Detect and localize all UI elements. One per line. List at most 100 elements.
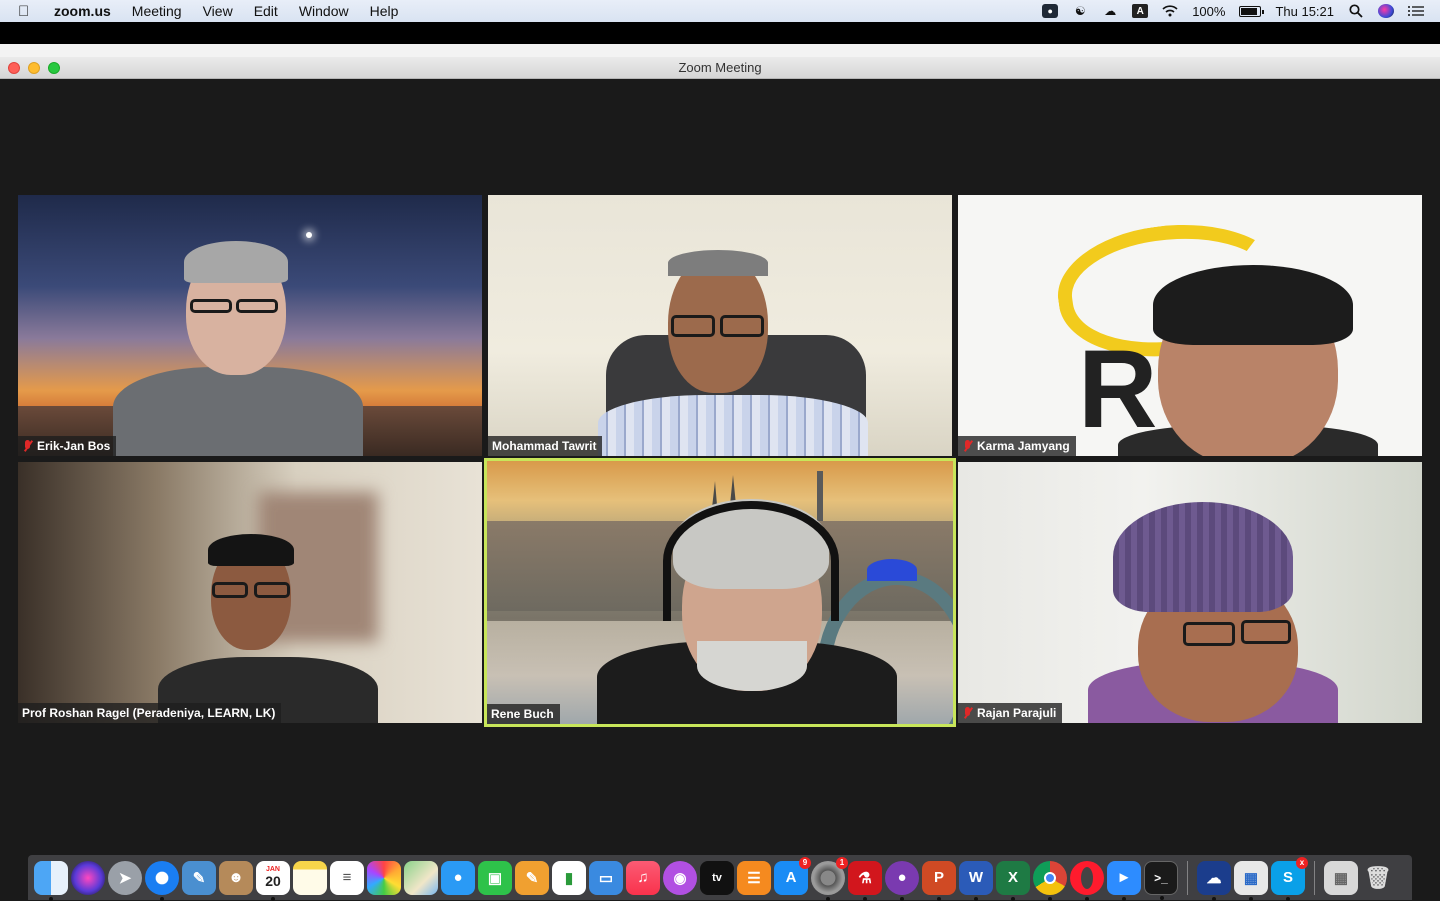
system-preferences-icon[interactable]: 1 [811,856,848,901]
opera-icon[interactable] [1070,860,1104,901]
numbers-icon[interactable]: ▮ [552,860,586,895]
notification-center-icon[interactable] [1408,4,1424,18]
app-store-icon[interactable]: A9 [774,856,811,895]
participant-name-label: Rajan Parajuli [958,703,1063,723]
participant-glasses [1183,622,1235,646]
siri-icon[interactable] [1378,4,1394,18]
participant-glasses [236,299,278,313]
zoom-icon[interactable]: ► [1107,860,1141,901]
calendar-icon[interactable]: JAN 20 [256,860,290,901]
menu-app-name[interactable]: zoom.us [54,3,111,19]
spotlight-search-icon[interactable] [1348,4,1364,18]
battery-percent[interactable]: 100% [1192,4,1225,19]
dock: ➤ ✎ ☻ JAN 20 ≡ ● ▣ ✎ ▮ ▭ ♫ ◉ tv ☰ A9 1 ⚗… [28,855,1412,901]
excel-icon[interactable]: X [996,860,1030,901]
music-icon[interactable]: ♫ [626,860,660,895]
menu-meeting[interactable]: Meeting [132,3,182,19]
contacts-icon[interactable]: ☻ [219,860,253,895]
participant-name: Prof Roshan Ragel (Peradeniya, LEARN, LK… [22,706,276,720]
video-tile-karma-jamyang[interactable]: R Karma Jamyang [958,195,1422,456]
black-strip [0,22,1440,44]
participant-glasses [720,315,764,337]
skype-badge: x [1296,856,1308,869]
app-store-badge: 9 [799,856,811,869]
cloud-storage-icon[interactable]: ☁ [1197,860,1231,901]
launchpad-icon[interactable]: ➤ [108,860,142,895]
appletv-icon[interactable]: tv [700,860,734,895]
podcasts-icon[interactable]: ◉ [663,860,697,895]
participant-name: Rajan Parajuli [977,706,1057,720]
clock[interactable]: Thu 15:21 [1275,4,1334,19]
accessibility-icon[interactable]: ☯ [1072,4,1088,18]
archive-folder-icon[interactable]: ▦ [1324,860,1358,895]
input-source-icon[interactable]: A [1132,4,1149,18]
messages-icon[interactable]: ● [441,860,475,895]
participant-glasses [190,299,232,313]
battery-icon[interactable] [1239,5,1265,17]
participant-name-label: Mohammad Tawrit [488,436,603,456]
menu-help[interactable]: Help [370,3,399,19]
chrome-icon[interactable] [1033,860,1067,901]
participant-glasses [1241,620,1291,644]
reminders-icon[interactable]: ≡ [330,860,364,895]
traffic-lights [8,62,60,74]
participant-name: Karma Jamyang [977,439,1070,453]
siri-app-icon[interactable] [71,860,105,895]
star-highlight [306,232,312,238]
muted-mic-icon [962,439,974,453]
headphones-icon [663,501,839,621]
close-window-button[interactable] [8,62,20,74]
appletv-label: tv [712,871,722,884]
safari-icon[interactable] [145,860,179,901]
minimize-window-button[interactable] [28,62,40,74]
tor-browser-icon[interactable]: ● [885,860,919,901]
apple-menu-icon[interactable]:  [18,3,40,20]
calendar-month: JAN [265,866,280,873]
participant-glasses [254,582,290,598]
participant-hair [668,250,768,276]
maps-icon[interactable] [404,860,438,895]
muted-mic-icon [962,706,974,720]
fullscreen-window-button[interactable] [48,62,60,74]
pages-icon[interactable]: ✎ [515,860,549,895]
menu-edit[interactable]: Edit [254,3,278,19]
participant-hair [208,534,294,566]
video-tile-roshan-ragel[interactable]: Prof Roshan Ragel (Peradeniya, LEARN, LK… [18,462,482,723]
menu-window[interactable]: Window [299,3,349,19]
word-icon[interactable]: W [959,860,993,901]
trash-icon[interactable]: 🗑 [1361,861,1395,895]
preview-icon[interactable]: ✎ [182,860,216,895]
participant-name: Erik-Jan Bos [37,439,111,453]
acrobat-icon[interactable]: ⚗ [848,860,882,901]
terminal-icon[interactable]: >_ [1144,860,1178,900]
participant-name-label: Erik-Jan Bos [18,436,117,456]
window-title: Zoom Meeting [678,60,762,75]
participant-body [113,367,363,456]
video-tile-rene-buch[interactable]: Rene Buch [484,458,956,727]
wifi-icon[interactable] [1162,4,1178,18]
finder-icon[interactable] [34,860,68,901]
powerpoint-icon[interactable]: P [922,860,956,901]
participant-name: Mohammad Tawrit [492,439,597,453]
video-tile-rajan-parajuli[interactable]: Rajan Parajuli [958,462,1422,723]
participant-hair [184,241,288,283]
cloud-upload-icon[interactable]: ☁ [1102,4,1118,18]
notes-icon[interactable] [293,860,327,895]
skype-icon[interactable]: Sx [1271,856,1308,901]
zoom-window: Zoom Meeting Erik-Jan Bos Mohammad Tawri… [0,57,1440,854]
menu-view[interactable]: View [203,3,233,19]
participant-glasses [212,582,248,598]
participant-name: Rene Buch [491,707,554,721]
photos-icon[interactable] [367,860,401,895]
keynote-icon[interactable]: ▭ [589,860,623,895]
books-icon[interactable]: ☰ [737,860,771,895]
video-tile-mohammad-tawrit[interactable]: Mohammad Tawrit [488,195,952,456]
vpn-icon[interactable]: ▦ [1234,860,1268,901]
video-tile-erik-jan-bos[interactable]: Erik-Jan Bos [18,195,482,456]
facetime-icon[interactable]: ▣ [478,860,512,895]
zoom-camera-icon[interactable]: ● [1042,4,1059,18]
window-titlebar[interactable]: Zoom Meeting [0,57,1440,79]
menu-bar:  zoom.us Meeting View Edit Window Help … [0,0,1440,22]
background-strip [0,44,1440,57]
muted-mic-icon [22,439,34,453]
